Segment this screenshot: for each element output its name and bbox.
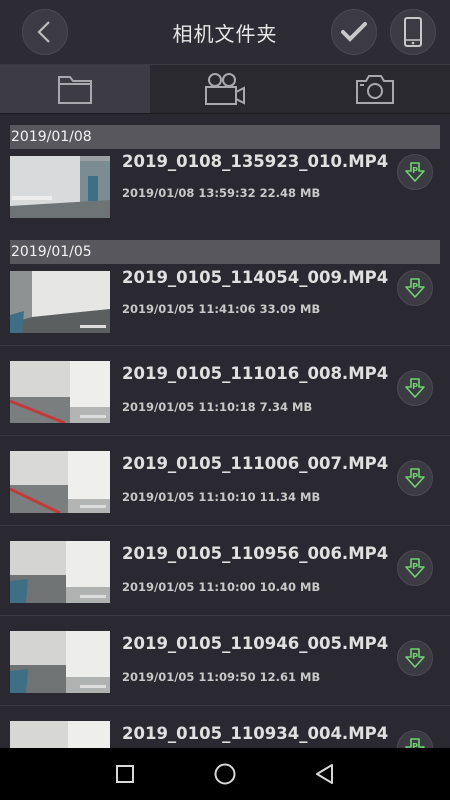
recent-apps-button[interactable] <box>110 759 140 789</box>
select-button[interactable] <box>331 9 377 55</box>
video-thumbnail[interactable] <box>10 156 110 218</box>
file-meta: 2019/01/05 11:10:00 10.40 MB <box>122 580 321 594</box>
list-item[interactable]: 2019_0108_135923_010.MP4 2019/01/08 13:5… <box>0 150 450 226</box>
file-meta: 2019/01/05 11:41:06 33.09 MB <box>122 302 321 316</box>
tab-photo[interactable] <box>300 65 450 113</box>
phone-icon <box>404 17 422 47</box>
page-title: 相机文件夹 <box>172 22 278 46</box>
download-icon: P <box>405 738 425 748</box>
download-icon: P <box>405 162 425 182</box>
svg-text:P: P <box>412 382 418 391</box>
video-thumbnail[interactable] <box>10 541 110 603</box>
list-item[interactable]: 2019_0105_110956_006.MP4 2019/01/05 11:1… <box>0 526 450 616</box>
svg-text:P: P <box>412 166 418 175</box>
list-item[interactable]: 2019_0105_114054_009.MP4 2019/01/05 11:4… <box>0 266 450 346</box>
system-nav-bar <box>0 748 450 800</box>
file-meta: 2019/01/05 11:09:50 12.61 MB <box>122 670 321 684</box>
file-name: 2019_0105_114054_009.MP4 <box>122 268 389 287</box>
list-item[interactable]: 2019_0105_111016_008.MP4 2019/01/05 11:1… <box>0 346 450 436</box>
svg-text:P: P <box>412 562 418 571</box>
file-type-tabs <box>0 64 450 114</box>
tab-video[interactable] <box>150 65 300 113</box>
circle-icon <box>214 763 236 785</box>
phone-button[interactable] <box>390 9 436 55</box>
download-icon: P <box>405 558 425 578</box>
download-button[interactable]: P <box>397 370 433 406</box>
svg-text:P: P <box>412 652 418 661</box>
square-icon <box>116 765 134 783</box>
file-name: 2019_0108_135923_010.MP4 <box>122 152 389 171</box>
system-back-button[interactable] <box>310 759 340 789</box>
video-thumbnail[interactable] <box>10 271 110 333</box>
video-thumbnail[interactable] <box>10 451 110 513</box>
photo-camera-icon <box>356 75 394 104</box>
app-header: 相机文件夹 <box>0 0 450 64</box>
tab-folder[interactable] <box>0 65 150 113</box>
file-name: 2019_0105_110934_004.MP4 <box>122 724 389 743</box>
download-icon: P <box>405 278 425 298</box>
file-name: 2019_0105_110946_005.MP4 <box>122 634 389 653</box>
download-button[interactable]: P <box>397 640 433 676</box>
list-item[interactable]: 2019_0105_111006_007.MP4 2019/01/05 11:1… <box>0 436 450 526</box>
file-meta: 2019/01/05 11:10:10 11.34 MB <box>122 490 321 504</box>
file-meta: 2019/01/05 11:10:18 7.34 MB <box>122 400 313 414</box>
triangle-back-icon <box>316 764 333 784</box>
video-thumbnail[interactable] <box>10 631 110 693</box>
file-name: 2019_0105_111006_007.MP4 <box>122 454 389 473</box>
list-item[interactable]: 2019_0105_110934_004.MP4 P <box>0 706 450 748</box>
download-button[interactable]: P <box>397 270 433 306</box>
video-camera-icon <box>205 73 245 105</box>
download-button[interactable]: P <box>397 460 433 496</box>
video-thumbnail[interactable] <box>10 721 110 748</box>
video-thumbnail[interactable] <box>10 361 110 423</box>
download-button[interactable]: P <box>397 550 433 586</box>
check-icon <box>341 22 367 42</box>
svg-text:P: P <box>412 472 418 481</box>
list-item[interactable]: 2019_0105_110946_005.MP4 2019/01/05 11:0… <box>0 616 450 706</box>
folder-icon <box>58 76 92 104</box>
download-icon: P <box>405 648 425 668</box>
file-list: 2019/01/08 2019_0108_135923_010.MP4 2019… <box>0 114 450 748</box>
date-group-header: 2019/01/05 <box>10 240 440 264</box>
file-name: 2019_0105_110956_006.MP4 <box>122 544 389 563</box>
file-name: 2019_0105_111016_008.MP4 <box>122 364 389 383</box>
download-icon: P <box>405 378 425 398</box>
home-button[interactable] <box>210 759 240 789</box>
download-button[interactable]: P <box>397 154 433 190</box>
date-group-header: 2019/01/08 <box>10 125 440 149</box>
download-button[interactable]: P <box>397 730 433 748</box>
download-icon: P <box>405 468 425 488</box>
file-meta: 2019/01/08 13:59:32 22.48 MB <box>122 186 321 200</box>
svg-text:P: P <box>412 282 418 291</box>
